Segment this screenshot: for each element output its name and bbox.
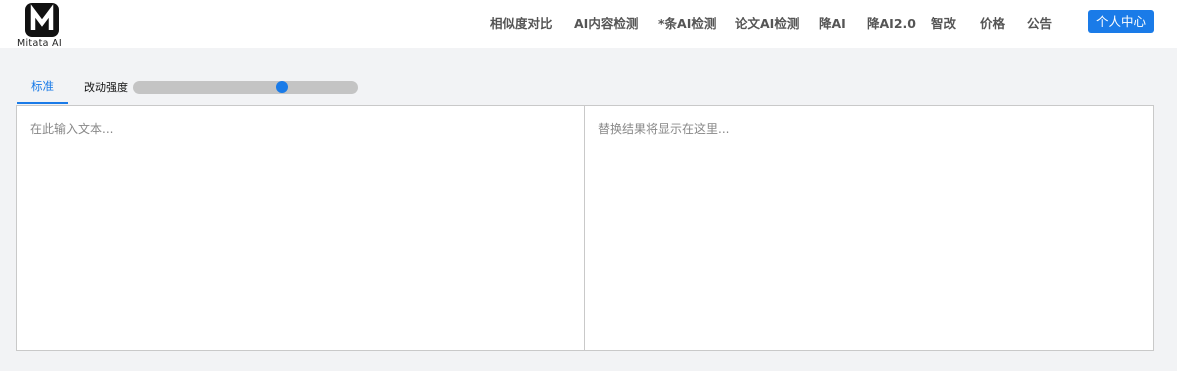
- logo-text: Mitata AI: [17, 38, 62, 49]
- output-panel: [584, 105, 1154, 351]
- logo[interactable]: Mitata AI: [17, 3, 69, 49]
- output-textarea[interactable]: [585, 106, 1153, 350]
- input-textarea[interactable]: [17, 106, 584, 350]
- user-center-button[interactable]: 个人中心: [1088, 10, 1154, 33]
- strength-label: 改动强度: [84, 81, 128, 94]
- nav-ai-content-detect[interactable]: AI内容检测: [574, 13, 638, 31]
- strength-slider-track[interactable]: [133, 81, 358, 94]
- nav-reduce-ai[interactable]: 降AI: [819, 13, 846, 31]
- nav-announcements[interactable]: 公告: [1027, 13, 1052, 31]
- top-header: Mitata AI 相似度对比 AI内容检测 *条AI检测 论文AI检测 降AI…: [0, 0, 1177, 49]
- logo-icon: [25, 3, 59, 37]
- nav-similarity-compare[interactable]: 相似度对比: [490, 13, 553, 31]
- nav-reduce-ai-2[interactable]: 降AI2.0: [867, 13, 916, 31]
- nav-ai-detect[interactable]: *条AI检测: [658, 13, 716, 31]
- tab-standard[interactable]: 标准: [17, 71, 68, 104]
- nav-smart-edit[interactable]: 智改: [931, 13, 956, 31]
- nav-paper-ai-detect[interactable]: 论文AI检测: [735, 13, 799, 31]
- input-panel: [16, 105, 585, 351]
- strength-slider-thumb[interactable]: [275, 81, 288, 93]
- nav-pricing[interactable]: 价格: [980, 13, 1005, 31]
